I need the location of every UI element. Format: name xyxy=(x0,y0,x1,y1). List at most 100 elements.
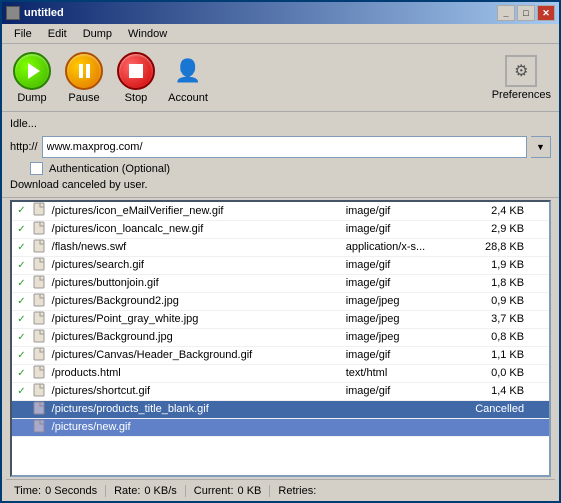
file-name: /pictures/buttonjoin.gif xyxy=(50,274,342,292)
file-check xyxy=(12,400,31,418)
file-extra xyxy=(530,310,549,328)
file-type xyxy=(342,400,460,418)
file-extra xyxy=(530,292,549,310)
rate-label: Rate: xyxy=(114,485,140,497)
account-button[interactable]: 👤 Account xyxy=(166,52,210,104)
file-size: 3,7 KB xyxy=(459,310,530,328)
file-size: 1,4 KB xyxy=(459,382,530,400)
stop-button[interactable]: Stop xyxy=(114,52,158,104)
file-extra xyxy=(530,400,549,418)
current-value: 0 KB xyxy=(238,485,262,497)
content-area: Idle... http:// ▼ Authentication (Option… xyxy=(2,112,559,198)
menu-window[interactable]: Window xyxy=(120,26,175,42)
file-icon xyxy=(31,328,50,346)
table-row[interactable]: ✓ /products.html text/html 0,0 KB xyxy=(12,364,549,382)
file-check: ✓ xyxy=(12,310,31,328)
file-icon xyxy=(31,310,50,328)
file-icon xyxy=(31,274,50,292)
file-check: ✓ xyxy=(12,364,31,382)
dump-button[interactable]: Dump xyxy=(10,52,54,104)
file-size: 1,8 KB xyxy=(459,274,530,292)
file-type: image/gif xyxy=(342,382,460,400)
file-size: 2,9 KB xyxy=(459,220,530,238)
table-row[interactable]: /pictures/products_title_blank.gif Cance… xyxy=(12,400,549,418)
time-label: Time: xyxy=(14,485,41,497)
file-check: ✓ xyxy=(12,238,31,256)
table-row[interactable]: ✓ /pictures/icon_eMailVerifier_new.gif i… xyxy=(12,202,549,220)
file-size: 0,9 KB xyxy=(459,292,530,310)
file-name: /pictures/icon_eMailVerifier_new.gif xyxy=(50,202,342,220)
file-type: image/gif xyxy=(342,346,460,364)
table-row[interactable]: ✓ /pictures/buttonjoin.gif image/gif 1,8… xyxy=(12,274,549,292)
file-size: 1,1 KB xyxy=(459,346,530,364)
table-row[interactable]: ✓ /pictures/icon_loancalc_new.gif image/… xyxy=(12,220,549,238)
file-extra xyxy=(530,364,549,382)
status-bar: Time: 0 Seconds Rate: 0 KB/s Current: 0 … xyxy=(6,479,555,501)
menu-file[interactable]: File xyxy=(6,26,40,42)
file-extra xyxy=(530,274,549,292)
file-name: /pictures/shortcut.gif xyxy=(50,382,342,400)
toolbar: Dump Pause Stop 👤 Account ⚙ Preferences xyxy=(2,44,559,112)
retries-segment: Retries: xyxy=(270,485,324,497)
minimize-button[interactable]: _ xyxy=(497,5,515,21)
dump-circle xyxy=(13,52,51,90)
table-row[interactable]: ✓ /flash/news.swf application/x-s... 28,… xyxy=(12,238,549,256)
preferences-button[interactable]: ⚙ Preferences xyxy=(492,55,551,101)
file-size: 28,8 KB xyxy=(459,238,530,256)
title-buttons: _ □ ✕ xyxy=(497,5,555,21)
file-list: ✓ /pictures/icon_eMailVerifier_new.gif i… xyxy=(10,200,551,477)
table-row[interactable]: ✓ /pictures/Point_gray_white.jpg image/j… xyxy=(12,310,549,328)
file-check: ✓ xyxy=(12,346,31,364)
idle-status: Idle... xyxy=(10,116,551,132)
url-dropdown[interactable]: ▼ xyxy=(531,136,551,158)
time-value: 0 Seconds xyxy=(45,485,97,497)
account-label: Account xyxy=(168,92,208,104)
pause-button[interactable]: Pause xyxy=(62,52,106,104)
file-type: image/gif xyxy=(342,220,460,238)
retries-label: Retries: xyxy=(278,485,316,497)
file-type: image/jpeg xyxy=(342,328,460,346)
table-row[interactable]: ✓ /pictures/shortcut.gif image/gif 1,4 K… xyxy=(12,382,549,400)
menu-bar: File Edit Dump Window xyxy=(2,24,559,44)
pause-icon xyxy=(79,64,90,78)
file-check: ✓ xyxy=(12,382,31,400)
url-input[interactable] xyxy=(42,136,527,158)
account-icon: 👤 xyxy=(169,52,207,90)
file-icon xyxy=(31,346,50,364)
window-title: untitled xyxy=(24,7,64,19)
close-button[interactable]: ✕ xyxy=(537,5,555,21)
preferences-label: Preferences xyxy=(492,89,551,101)
dump-label: Dump xyxy=(17,92,46,104)
stop-label: Stop xyxy=(125,92,148,104)
file-extra xyxy=(530,328,549,346)
file-size: 2,4 KB xyxy=(459,202,530,220)
file-extra xyxy=(530,202,549,220)
file-icon xyxy=(31,364,50,382)
file-icon xyxy=(31,418,50,436)
file-extra xyxy=(530,418,549,436)
file-name: /pictures/Background2.jpg xyxy=(50,292,342,310)
url-label: http:// xyxy=(10,141,38,153)
file-check: ✓ xyxy=(12,256,31,274)
stop-icon xyxy=(129,64,143,78)
file-size: 1,9 KB xyxy=(459,256,530,274)
file-icon xyxy=(31,238,50,256)
stop-circle xyxy=(117,52,155,90)
file-extra xyxy=(530,346,549,364)
menu-edit[interactable]: Edit xyxy=(40,26,75,42)
file-icon xyxy=(31,220,50,238)
menu-dump[interactable]: Dump xyxy=(75,26,120,42)
file-size xyxy=(459,418,530,436)
rate-value: 0 KB/s xyxy=(144,485,176,497)
table-row[interactable]: ✓ /pictures/search.gif image/gif 1,9 KB xyxy=(12,256,549,274)
table-row[interactable]: ✓ /pictures/Background2.jpg image/jpeg 0… xyxy=(12,292,549,310)
url-bar: http:// ▼ xyxy=(10,136,551,158)
preferences-icon: ⚙ xyxy=(505,55,537,87)
table-row[interactable]: ✓ /pictures/Canvas/Header_Background.gif… xyxy=(12,346,549,364)
auth-checkbox[interactable] xyxy=(30,162,43,175)
file-type: text/html xyxy=(342,364,460,382)
file-type: image/jpeg xyxy=(342,310,460,328)
table-row[interactable]: /pictures/new.gif xyxy=(12,418,549,436)
table-row[interactable]: ✓ /pictures/Background.jpg image/jpeg 0,… xyxy=(12,328,549,346)
maximize-button[interactable]: □ xyxy=(517,5,535,21)
